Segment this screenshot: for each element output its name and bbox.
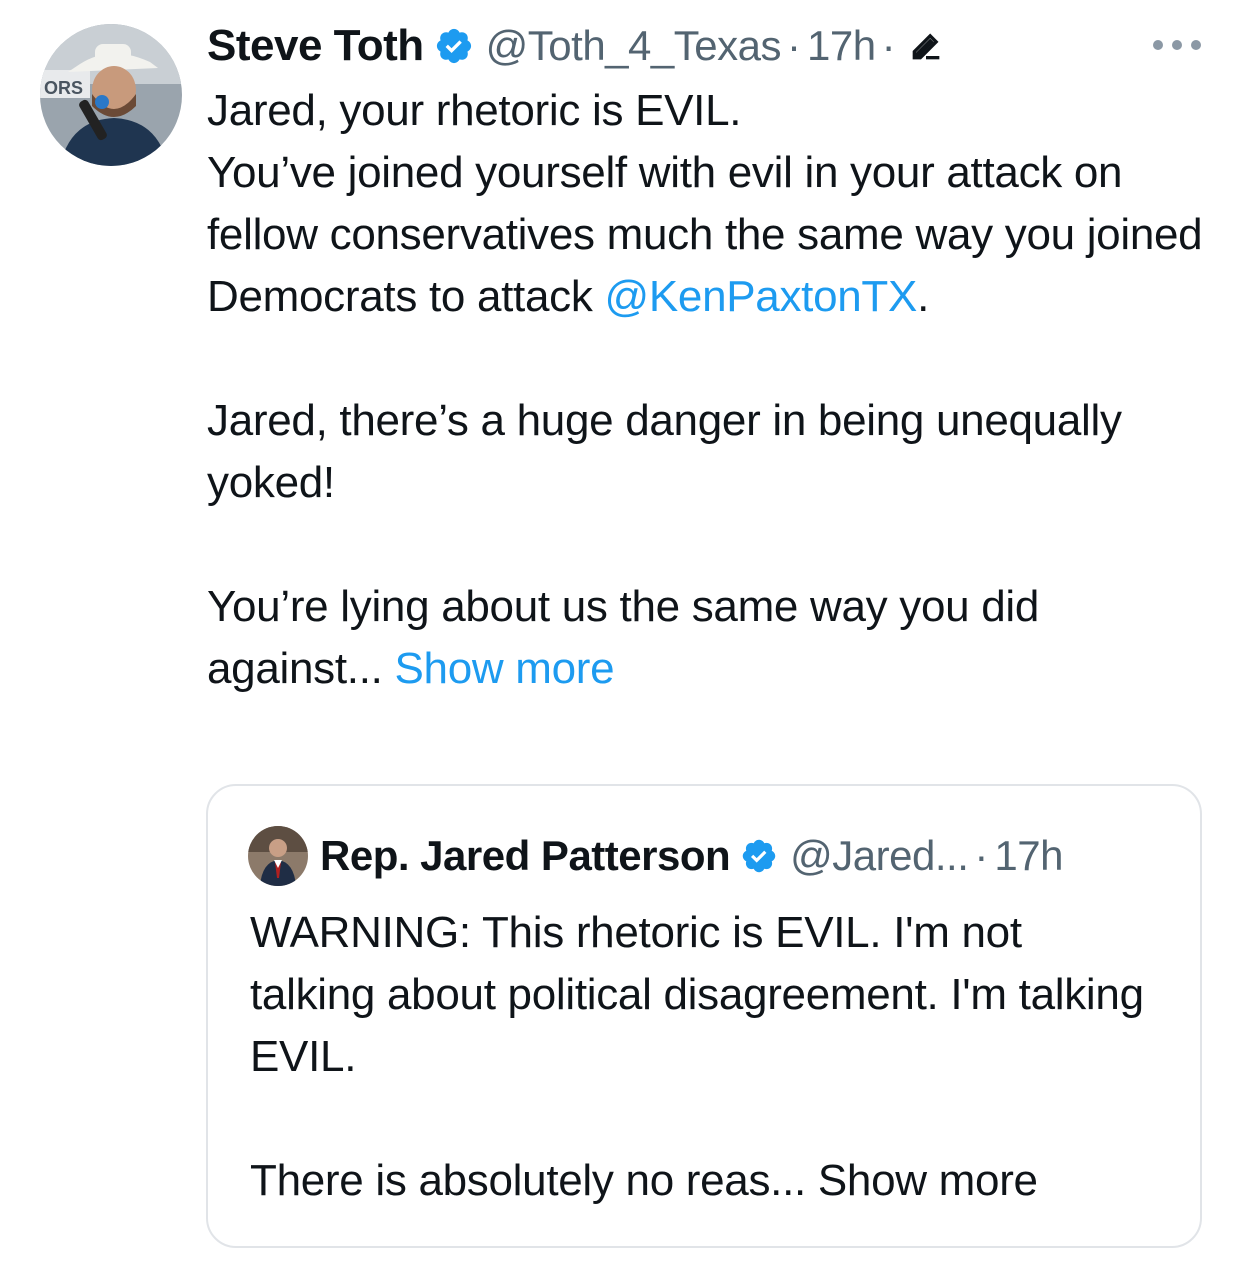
show-more-link[interactable]: Show more [394, 644, 614, 693]
tweet-text-paragraph-3-content: You’re lying about us the same way you d… [207, 582, 1040, 693]
quoted-tweet-paragraph-2: There is absolutely no reas... Show more [250, 1156, 1038, 1205]
author-avatar[interactable]: ORS [40, 24, 182, 166]
quoted-verified-badge-icon[interactable] [740, 837, 778, 875]
tweet-time[interactable]: 17h [807, 22, 876, 70]
tweet-text-paragraph-2: Jared, there’s a huge danger in being un… [207, 396, 1122, 507]
tweet-text: Jared, your rhetoric is EVIL. You’ve joi… [207, 80, 1207, 700]
tweet-text-line-2-end: . [917, 272, 929, 321]
tweet-text-line-2: You’ve joined yourself with evil in your… [207, 142, 1207, 328]
tweet-text-paragraph-3: You’re lying about us the same way you d… [207, 576, 1207, 700]
edit-pencil-icon[interactable] [906, 26, 946, 66]
quoted-tweet-paragraph-1: WARNING: This rhetoric is EVIL. I'm not … [250, 908, 1144, 1081]
tweet-header: Steve Toth @Toth_4_Texas · 17h · [207, 18, 946, 74]
more-options-icon[interactable] [1150, 34, 1204, 56]
quoted-author-display-name[interactable]: Rep. Jared Patterson [320, 832, 731, 880]
quoted-meta-separator: · [974, 832, 989, 879]
tweet-text-line-1: Jared, your rhetoric is EVIL. [207, 86, 742, 135]
meta-separator: · [786, 22, 801, 69]
verified-badge-icon[interactable] [434, 26, 474, 66]
author-display-name[interactable]: Steve Toth [207, 21, 424, 71]
quoted-author-avatar[interactable] [248, 826, 308, 886]
quoted-author-handle[interactable]: @Jared... [790, 832, 969, 880]
mention-link[interactable]: @KenPaxtonTX [604, 272, 917, 321]
quoted-tweet-card[interactable]: Rep. Jared Patterson @Jared... · 17h WAR… [206, 784, 1202, 1248]
author-handle[interactable]: @Toth_4_Texas [486, 22, 782, 70]
quoted-tweet-time[interactable]: 17h [994, 832, 1063, 880]
svg-text:ORS: ORS [44, 78, 83, 98]
meta-separator-2: · [881, 22, 896, 69]
quoted-tweet-header: Rep. Jared Patterson @Jared... · 17h [248, 826, 1063, 886]
quoted-tweet-text: WARNING: This rhetoric is EVIL. I'm not … [250, 902, 1150, 1212]
